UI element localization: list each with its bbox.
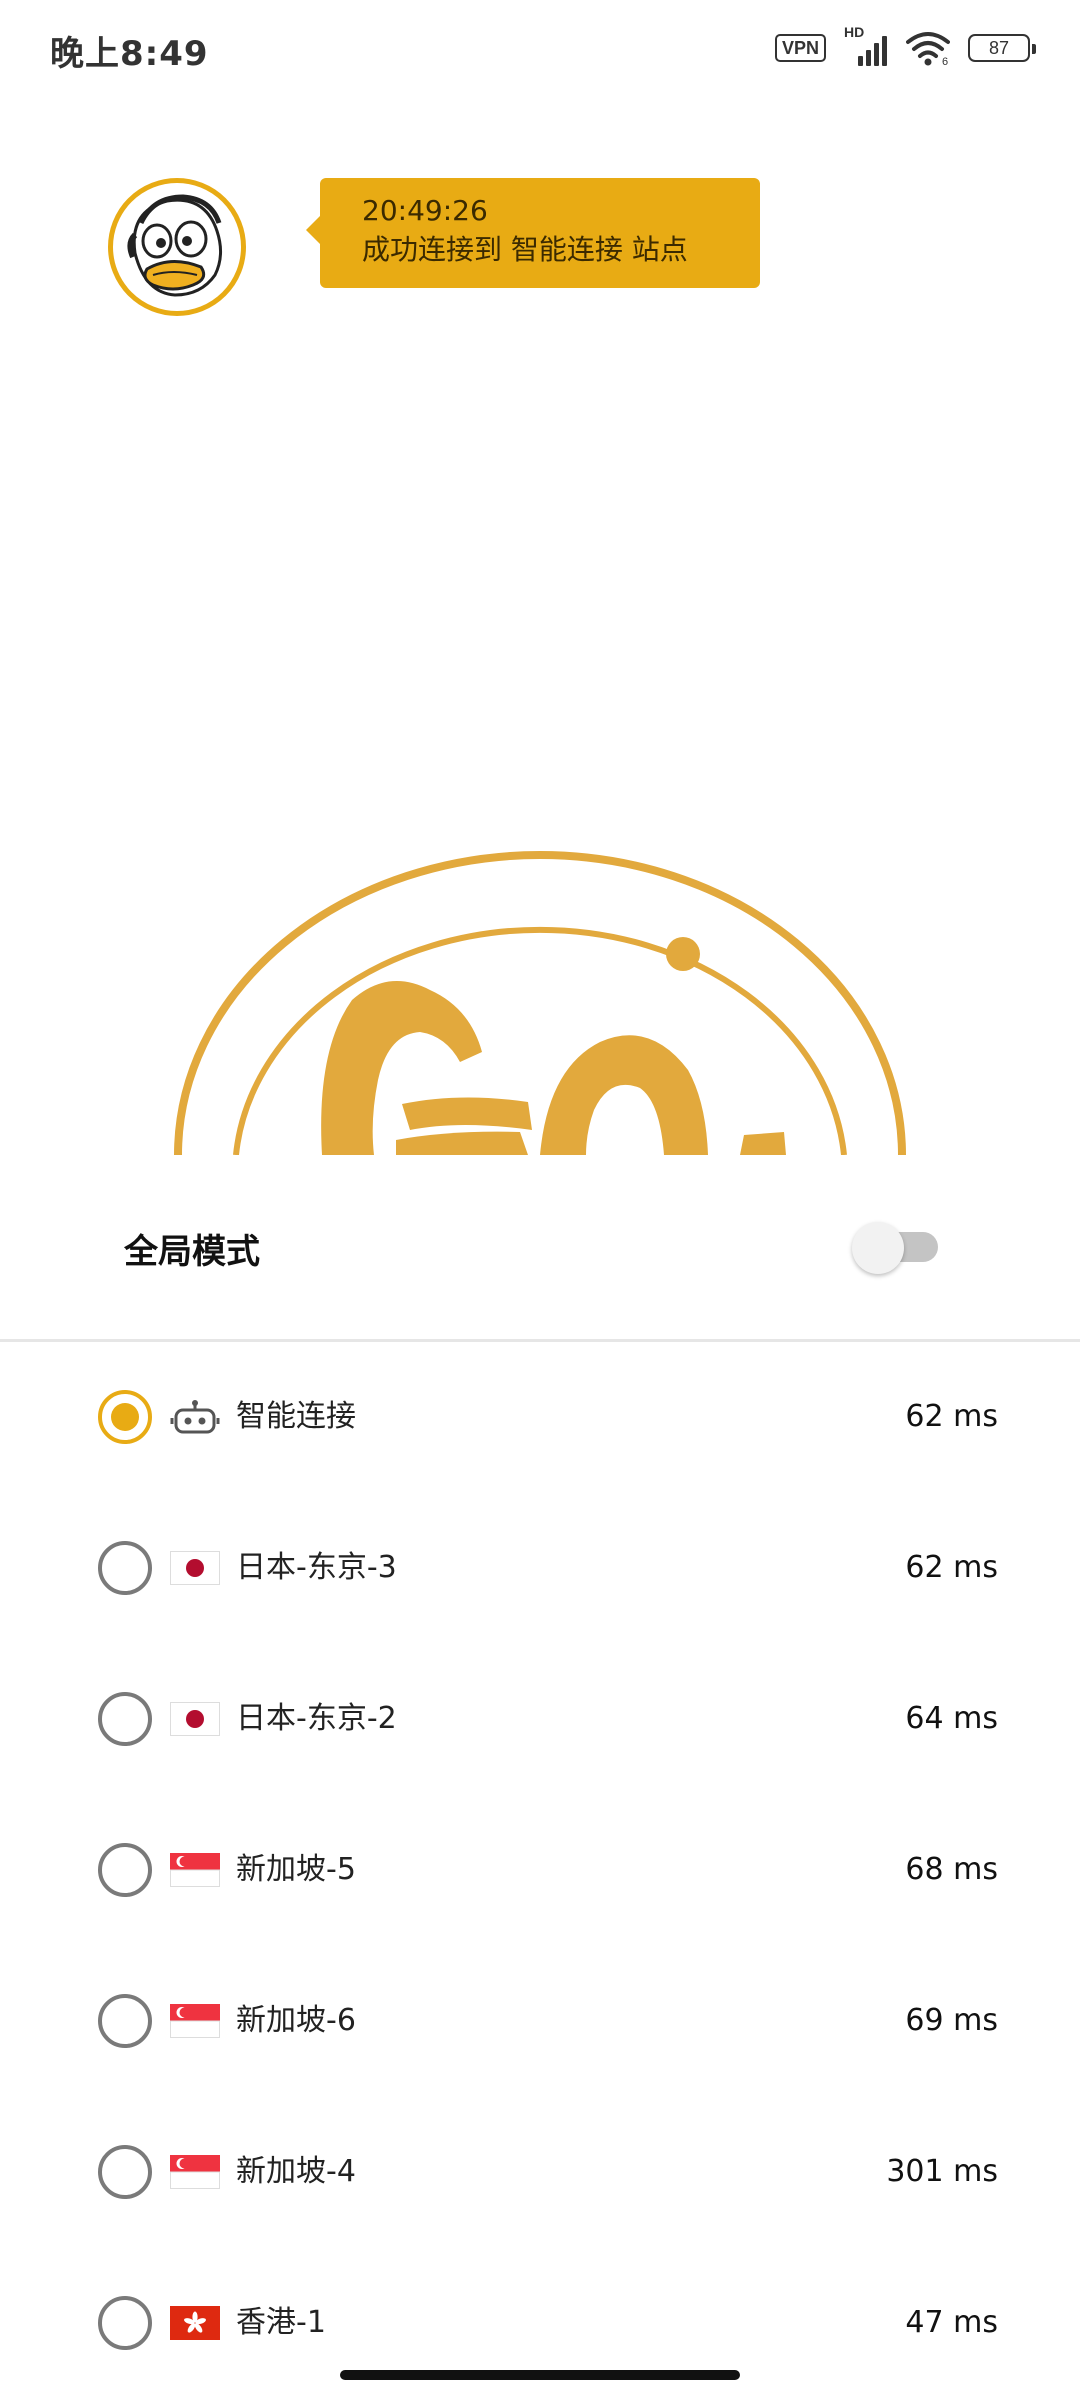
server-latency: 62 ms [905, 1550, 998, 1585]
server-name: 日本-东京-2 [236, 1701, 397, 1736]
duck-avatar[interactable] [108, 178, 246, 316]
toast-time: 20:49:26 [362, 194, 488, 227]
toast-message: 成功连接到 智能连接 站点 [362, 233, 688, 266]
japan-flag-icon [170, 1551, 220, 1585]
global-mode-label: 全局模式 [124, 1232, 260, 1272]
wifi-icon: 6 [906, 32, 950, 66]
connect-logo[interactable] [0, 840, 1080, 1155]
hongkong-flag-icon [170, 2306, 220, 2340]
home-indicator[interactable] [340, 2370, 740, 2380]
japan-flag-icon [170, 1702, 220, 1736]
server-latency: 47 ms [905, 2305, 998, 2340]
server-name: 智能连接 [236, 1399, 356, 1434]
server-latency: 62 ms [905, 1399, 998, 1434]
server-radio[interactable] [98, 1994, 152, 2048]
wifi-standard-label: 6 [942, 56, 948, 66]
singapore-flag-icon [170, 2004, 220, 2038]
server-radio[interactable] [98, 1390, 152, 1444]
server-latency: 64 ms [905, 1701, 998, 1736]
server-latency: 301 ms [886, 2154, 998, 2189]
server-item-japan-tokyo-2[interactable]: 日本-东京-2 64 ms [0, 1644, 1080, 1795]
go-logo-icon [174, 851, 906, 1155]
server-name: 新加坡-5 [236, 1852, 356, 1887]
server-item-singapore-6[interactable]: 新加坡-6 69 ms [0, 1946, 1080, 2097]
status-time: 晚上8:49 [50, 34, 209, 74]
server-radio[interactable] [98, 2145, 152, 2199]
server-name: 新加坡-4 [236, 2154, 356, 2189]
robot-icon [170, 1400, 220, 1434]
server-radio[interactable] [98, 1843, 152, 1897]
server-item-japan-tokyo-3[interactable]: 日本-东京-3 62 ms [0, 1493, 1080, 1644]
network-type-label: HD [844, 24, 865, 40]
battery-level: 87 [988, 37, 1010, 58]
singapore-flag-icon [170, 1853, 220, 1887]
vpn-icon: VPN [774, 34, 826, 62]
server-latency: 68 ms [905, 1852, 998, 1887]
server-list: 智能连接 62 ms 日本-东京-3 62 ms 日本-东京-2 64 ms 新… [0, 1342, 1080, 2399]
connection-toast: 20:49:26 成功连接到 智能连接 站点 [306, 178, 760, 288]
global-mode-row: 全局模式 [0, 1160, 1080, 1340]
server-radio[interactable] [98, 1541, 152, 1595]
duck-icon [127, 194, 222, 297]
server-name: 日本-东京-3 [236, 1550, 397, 1585]
status-icons: VPN HD 6 87 [774, 24, 1036, 68]
battery-icon: 87 [968, 34, 1036, 62]
server-radio[interactable] [98, 2296, 152, 2350]
server-item-singapore-4[interactable]: 新加坡-4 301 ms [0, 2097, 1080, 2248]
cellular-signal-icon: HD [844, 24, 888, 66]
server-item-singapore-5[interactable]: 新加坡-5 68 ms [0, 1795, 1080, 1946]
server-name: 香港-1 [236, 2305, 326, 2340]
server-item-smart-connect[interactable]: 智能连接 62 ms [0, 1342, 1080, 1493]
singapore-flag-icon [170, 2155, 220, 2189]
server-latency: 69 ms [905, 2003, 998, 2038]
global-mode-toggle[interactable] [852, 1222, 938, 1274]
server-radio[interactable] [98, 1692, 152, 1746]
server-name: 新加坡-6 [236, 2003, 356, 2038]
status-bar: 晚上8:49 VPN HD 6 87 [0, 0, 1080, 96]
